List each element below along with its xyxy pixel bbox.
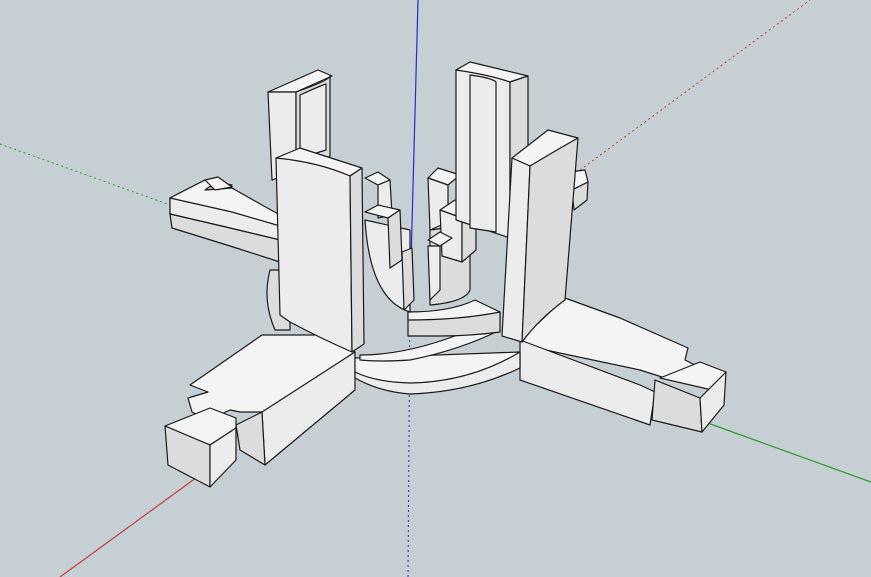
green-axis-negative [0,143,171,206]
front-left-arm[interactable] [164,334,356,488]
green-axis-positive [704,421,871,483]
model-canvas[interactable] [0,0,871,577]
left-arm[interactable] [169,176,281,263]
blue-axis-negative [407,299,411,577]
3d-modeling-viewport[interactable] [0,0,871,577]
base-ring[interactable] [354,299,521,395]
front-right-arm[interactable] [519,297,727,433]
3d-model[interactable] [164,61,727,488]
red-axis-positive [59,474,201,577]
red-axis-negative [579,0,811,171]
front-left-wall[interactable] [275,147,365,353]
